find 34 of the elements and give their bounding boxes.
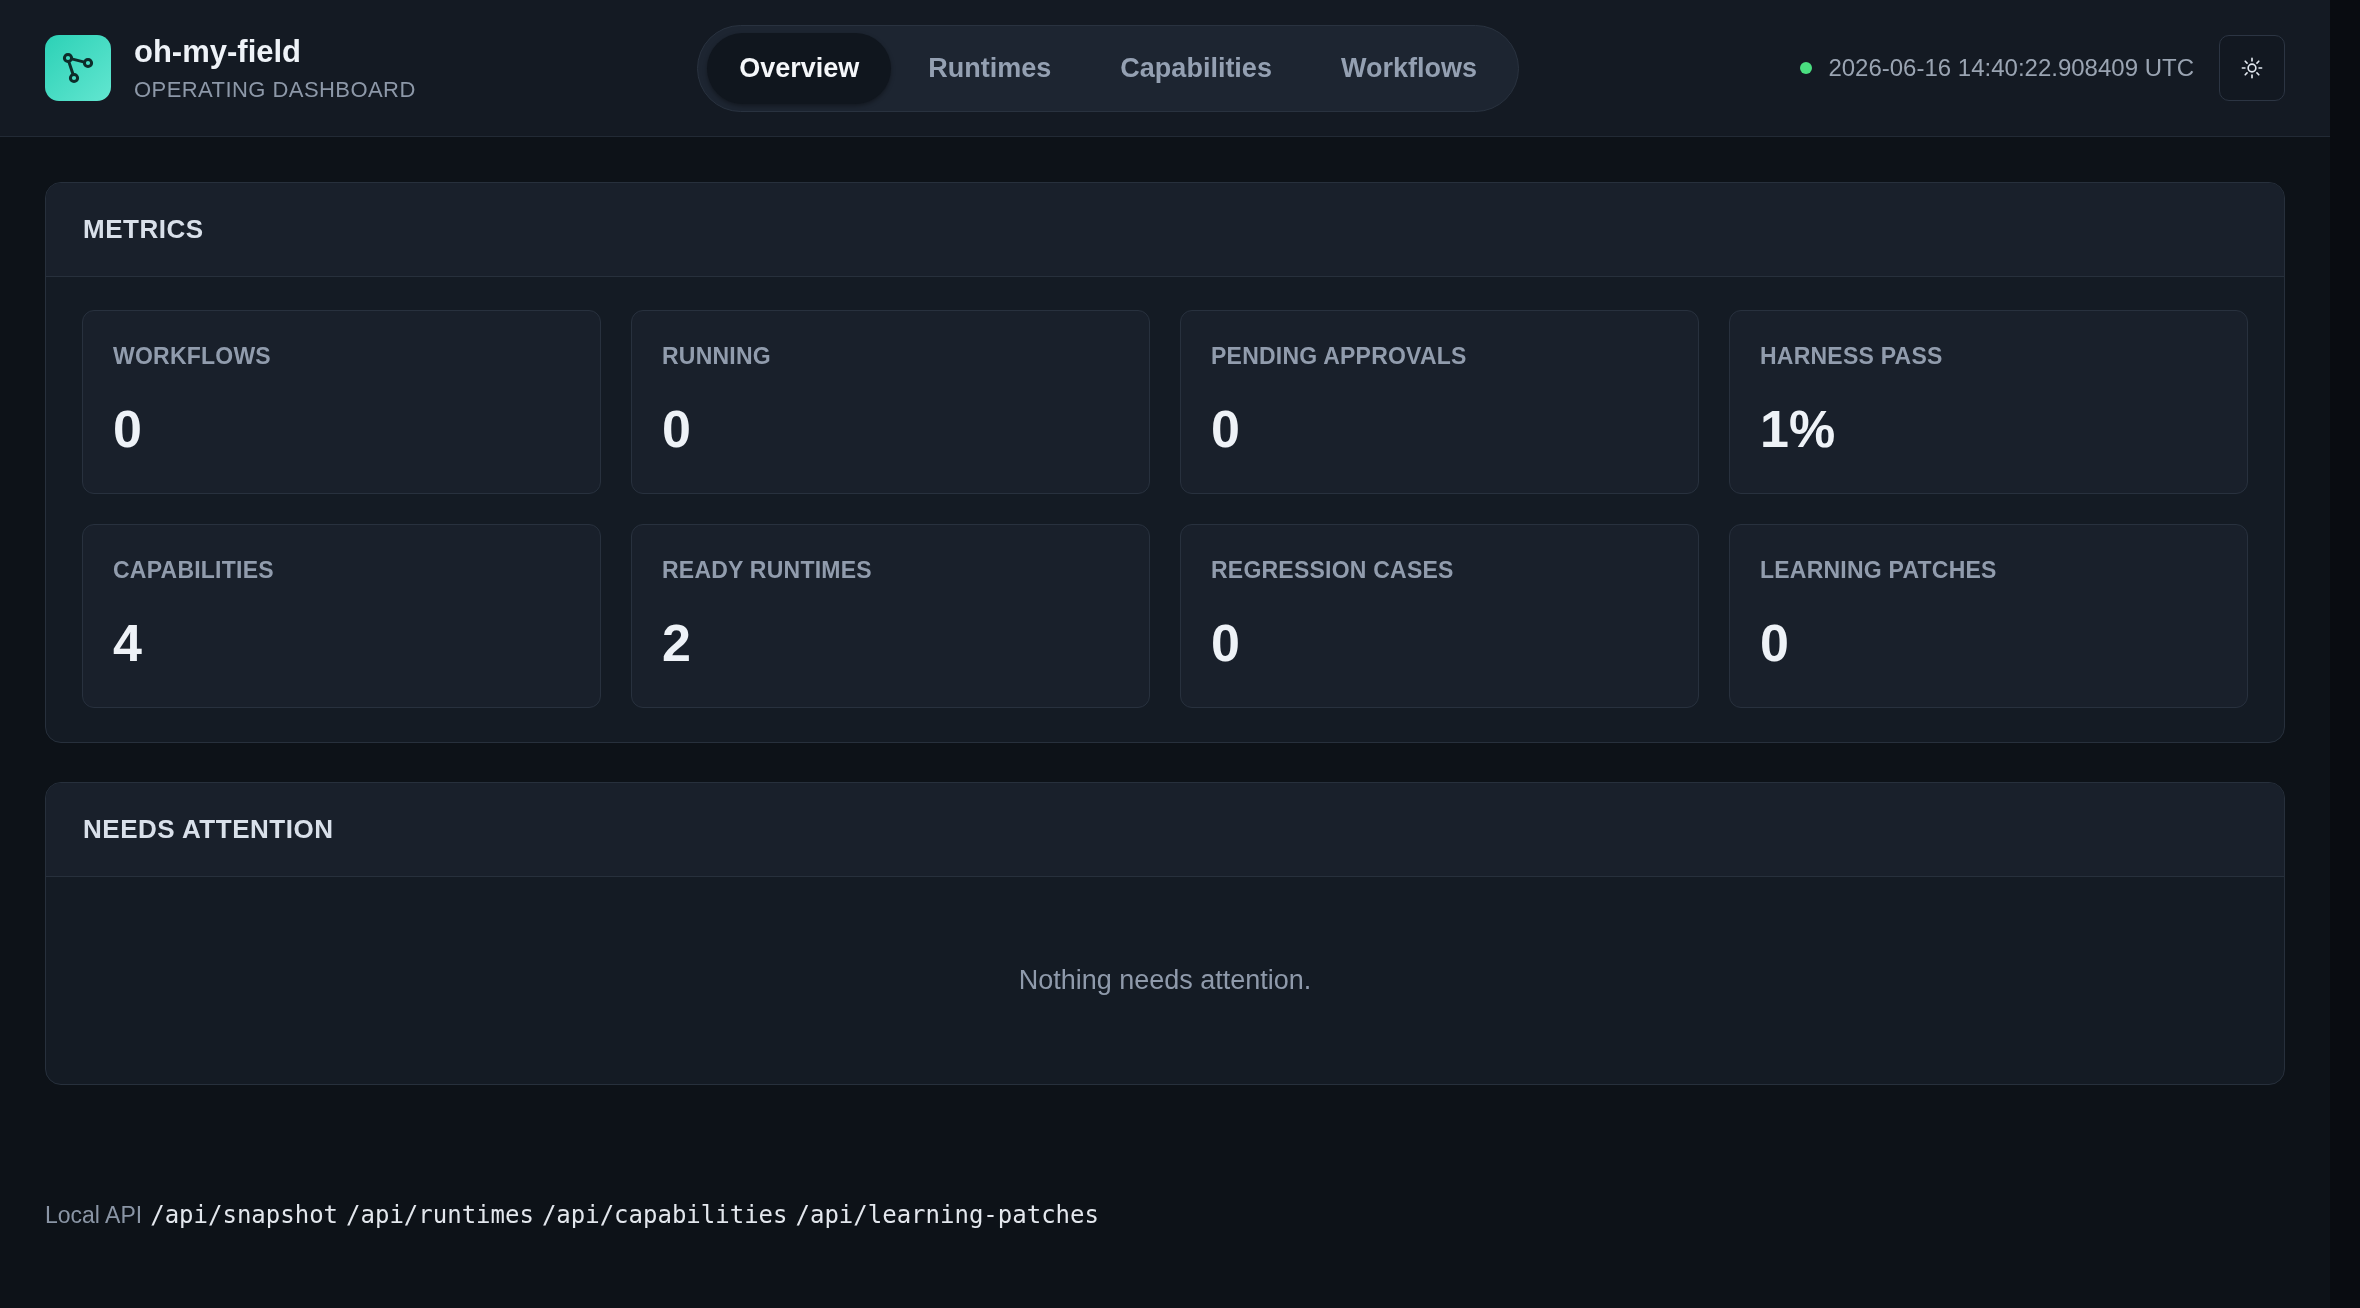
metric-label: RUNNING bbox=[662, 342, 771, 371]
metric-label: LEARNING PATCHES bbox=[1760, 556, 1997, 585]
branch-icon bbox=[45, 35, 111, 101]
metric-label: REGRESSION CASES bbox=[1211, 556, 1454, 585]
metric-value: 0 bbox=[662, 399, 691, 460]
metric-value: 1% bbox=[1760, 399, 1836, 460]
metric-value: 0 bbox=[1211, 399, 1240, 460]
panel-title: METRICS bbox=[83, 214, 204, 245]
api-endpoint: /api/runtimes bbox=[346, 1201, 534, 1229]
api-endpoint: /api/snapshot bbox=[150, 1201, 339, 1229]
metric-value: 2 bbox=[662, 613, 691, 674]
theme-toggle-button[interactable] bbox=[2219, 35, 2285, 101]
metric-label: CAPABILITIES bbox=[113, 556, 274, 585]
metric-label: WORKFLOWS bbox=[113, 342, 271, 371]
panel-title: NEEDS ATTENTION bbox=[83, 814, 334, 845]
timestamp: 2026-06-16 14:40:22.908409 UTC bbox=[1828, 54, 2194, 82]
metric-value: 0 bbox=[113, 399, 142, 460]
metric-label: READY RUNTIMES bbox=[662, 556, 872, 585]
metric-label: HARNESS PASS bbox=[1760, 342, 1943, 371]
metric-value: 0 bbox=[1211, 613, 1240, 674]
metric-value: 4 bbox=[113, 613, 142, 674]
sun-icon bbox=[2241, 57, 2263, 79]
metric-label: PENDING APPROVALS bbox=[1211, 342, 1467, 371]
nav-tab[interactable]: Overview bbox=[707, 32, 892, 104]
metric-value: 0 bbox=[1760, 613, 1789, 674]
api-endpoint: /api/capabilities bbox=[541, 1201, 788, 1229]
footer-label: Local API bbox=[45, 1202, 143, 1229]
app-name: oh-my-field bbox=[134, 32, 303, 71]
nav-tab[interactable]: Workflows bbox=[1308, 32, 1509, 104]
api-endpoint: /api/learning-patches bbox=[795, 1201, 1099, 1229]
nav-tab[interactable]: Runtimes bbox=[896, 32, 1084, 104]
empty-message: Nothing needs attention. bbox=[1018, 965, 1312, 996]
nav-tab[interactable]: Capabilities bbox=[1088, 32, 1304, 104]
app-subtitle: OPERATING DASHBOARD bbox=[134, 75, 416, 104]
